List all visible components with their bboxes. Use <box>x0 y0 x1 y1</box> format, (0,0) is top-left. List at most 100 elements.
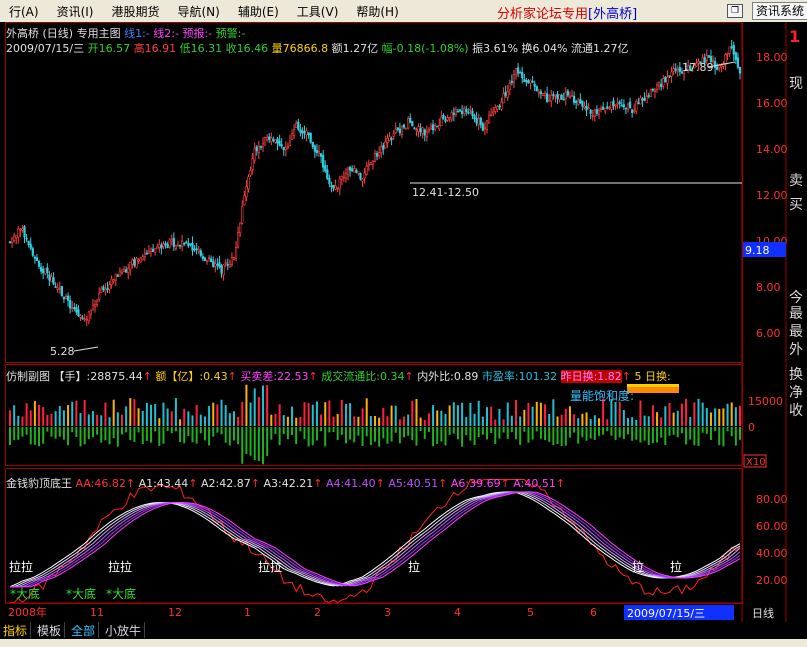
volume-bar-down <box>21 427 24 437</box>
menu-item-navigate[interactable]: 导航(N) <box>169 3 229 20</box>
candle-body <box>71 307 74 309</box>
volume-bar-down <box>481 427 484 435</box>
current-date: 2009/07/15/三 <box>627 607 705 620</box>
candle-body <box>496 106 499 110</box>
volume-bar <box>295 417 298 426</box>
volume-bar-down <box>544 427 547 441</box>
candle-body <box>255 146 258 152</box>
tab-all[interactable]: 全部 <box>68 622 100 638</box>
volume-bar-down <box>523 427 526 432</box>
candle-body <box>477 118 480 126</box>
candle-body <box>384 141 387 149</box>
volume-bar <box>315 401 318 426</box>
candle-body <box>40 266 43 272</box>
volume-bar <box>386 416 389 426</box>
menu-item-tools[interactable]: 工具(V) <box>288 3 348 20</box>
volume-bar <box>183 408 186 426</box>
candle-body <box>48 274 51 281</box>
candle-body <box>375 153 379 157</box>
tab-indicator[interactable]: 指标 <box>0 622 32 638</box>
tab-template[interactable]: 模板 <box>34 622 66 638</box>
indicator-a3: A3:42.21 <box>263 477 314 490</box>
volume-bar-down <box>581 427 584 438</box>
tab-xiaofangniu[interactable]: 小放牛 <box>102 622 146 638</box>
candle-body <box>8 241 12 244</box>
candle-body <box>444 119 447 122</box>
menu-item-trade[interactable]: 行(A) <box>0 3 48 20</box>
candle-body <box>270 137 273 143</box>
candle-body <box>247 176 250 189</box>
menu-item-help[interactable]: 帮助(H) <box>347 3 407 20</box>
menu-item-assist[interactable]: 辅助(E) <box>229 3 288 20</box>
candle-body <box>568 95 572 98</box>
volume-bar-down <box>349 427 352 440</box>
candle-body <box>409 117 412 123</box>
candle-body <box>577 100 580 105</box>
volume-bar <box>133 399 136 426</box>
candle-body <box>108 284 111 290</box>
candle-body <box>17 228 20 238</box>
volume-bar <box>639 400 642 426</box>
candle-body <box>562 98 565 101</box>
info-system-button[interactable]: 资讯系统 <box>752 2 807 20</box>
volume-bar <box>705 407 708 426</box>
volume-bar <box>75 400 78 426</box>
svg-text:净: 净 <box>789 385 803 401</box>
volume-bar <box>490 406 493 426</box>
volume-bar <box>282 415 285 426</box>
volume-bar <box>581 413 584 426</box>
volume-bar <box>357 416 360 426</box>
candle-body <box>463 108 466 114</box>
sub-bid-ask: 买卖差:22.53 <box>240 370 309 383</box>
volume-bar <box>552 399 555 426</box>
candle-body <box>207 257 211 259</box>
candle-body <box>297 121 300 130</box>
volume-bar <box>452 402 455 426</box>
volume-bar <box>510 415 513 426</box>
volume-bar <box>120 414 123 426</box>
volume-bar-down <box>689 427 692 440</box>
volume-bar-down <box>228 427 231 446</box>
candle-body <box>344 172 348 179</box>
candle-body <box>575 100 578 104</box>
candle-body <box>664 76 667 83</box>
candle-body <box>266 137 269 141</box>
volume-bar-down <box>54 427 57 439</box>
candle-body <box>143 253 146 257</box>
candle-body <box>581 100 584 107</box>
status-strip <box>0 639 807 647</box>
candle-body <box>44 268 47 275</box>
volume-bar <box>154 404 157 426</box>
candle-body <box>473 115 476 120</box>
volume-bar <box>535 401 538 426</box>
candle-body <box>181 240 184 247</box>
candle-body <box>91 304 95 311</box>
candle-body <box>69 300 72 309</box>
volume-bar-down <box>515 427 518 440</box>
candle-body <box>315 150 319 153</box>
candle-body <box>319 153 323 157</box>
candle-body <box>546 93 549 102</box>
volume-bar <box>664 406 667 426</box>
candle-body <box>624 107 628 110</box>
candle-body <box>232 257 236 260</box>
restore-window-icon[interactable]: ❐ <box>727 4 743 18</box>
candle-body <box>400 126 404 135</box>
candle-body <box>651 88 654 91</box>
chart-area[interactable]: 17.89 5.28 12.41-12.50 18.00 16.00 14.00… <box>0 22 807 622</box>
volume-bar-down <box>448 427 451 435</box>
candle-body <box>241 206 244 224</box>
volume-bar-down <box>502 427 505 433</box>
volume-bar-down <box>444 427 447 446</box>
candle-body <box>633 110 636 113</box>
volume-bar <box>100 415 103 426</box>
candle-body <box>500 101 503 110</box>
menu-item-info[interactable]: 资讯(I) <box>48 3 103 20</box>
indicator-a2: A2:42.87 <box>201 477 251 490</box>
candle-body <box>371 161 375 165</box>
volume-bar <box>651 405 654 426</box>
candle-body <box>307 132 310 136</box>
sub-pe: 市盈率:101.32 <box>481 370 558 383</box>
volume-bar <box>419 417 422 426</box>
menu-item-hk-futures[interactable]: 港股期货 <box>102 3 168 20</box>
